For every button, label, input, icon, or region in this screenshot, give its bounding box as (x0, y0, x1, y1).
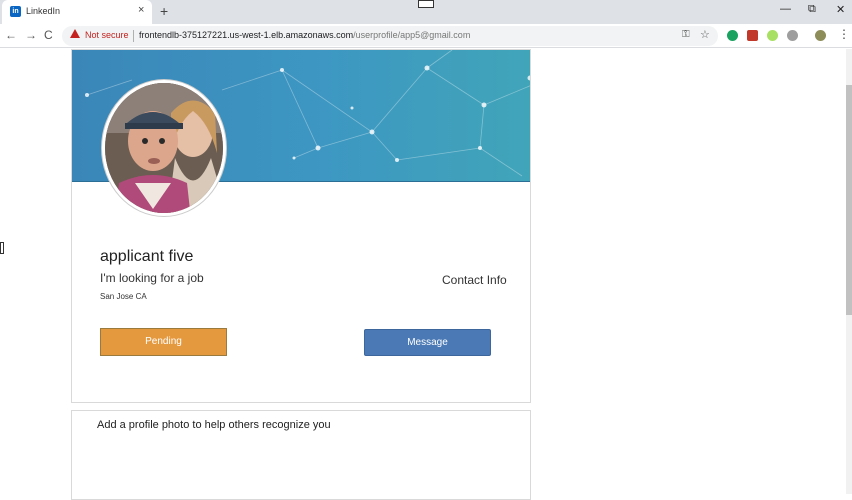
forward-button[interactable]: → (25, 28, 37, 42)
page-viewport: applicant five I'm looking for a job San… (0, 0, 852, 500)
new-tab-button[interactable]: + (160, 3, 168, 19)
pending-button[interactable]: Pending (100, 328, 227, 356)
profile-photo-image (105, 83, 223, 213)
url-path: /userprofile/app5@gmail.com (353, 30, 471, 40)
tab-title: LinkedIn (26, 6, 61, 16)
profile-headline: I'm looking for a job (100, 271, 204, 285)
profile-photo[interactable] (102, 80, 226, 216)
scrollbar-thumb[interactable] (846, 85, 852, 315)
message-button[interactable]: Message (364, 329, 491, 356)
scrollbar-track[interactable] (846, 49, 852, 494)
warning-icon (70, 29, 80, 38)
profile-name: applicant five (100, 248, 194, 265)
url-text[interactable]: frontendlb-375127221.us-west-1.elb.amazo… (139, 30, 470, 40)
red-extension-icon[interactable] (747, 30, 758, 41)
address-divider (133, 30, 134, 42)
back-button[interactable]: ← (5, 28, 17, 42)
key-icon[interactable]: ⚿ (682, 29, 690, 40)
resize-handle-top[interactable] (418, 0, 434, 8)
green-extension-icon[interactable] (767, 30, 778, 41)
minimize-button[interactable]: — (780, 3, 791, 15)
resize-handle-left[interactable] (0, 242, 4, 254)
profile-extension-icon[interactable] (815, 30, 826, 41)
linkedin-favicon-icon: in (10, 6, 21, 17)
address-bar[interactable]: Not secure frontendlb-375127221.us-west-… (62, 26, 718, 46)
gray-extension-icon[interactable] (787, 30, 798, 41)
profile-location: San Jose CA (100, 292, 147, 301)
bookmark-star-icon[interactable]: ☆ (700, 28, 710, 41)
profile-card: applicant five I'm looking for a job San… (71, 49, 531, 403)
browser-menu-icon[interactable]: ⋮ (838, 27, 850, 41)
browser-toolbar: ← → C Not secure frontendlb-375127221.us… (0, 24, 852, 48)
add-photo-prompt: Add a profile photo to help others recog… (97, 419, 331, 431)
add-photo-card: Add a profile photo to help others recog… (71, 410, 531, 500)
url-host: frontendlb-375127221.us-west-1.elb.amazo… (139, 30, 354, 40)
browser-tab[interactable]: in LinkedIn × (2, 0, 152, 24)
security-indicator[interactable]: Not secure (85, 30, 129, 40)
close-window-button[interactable]: ✕ (836, 3, 845, 16)
tab-close-icon[interactable]: × (138, 4, 144, 16)
grammarly-extension-icon[interactable] (727, 30, 738, 41)
reload-button[interactable]: C (44, 28, 53, 42)
restore-button[interactable]: ⧉ (808, 3, 816, 16)
contact-info-link[interactable]: Contact Info (442, 273, 507, 287)
